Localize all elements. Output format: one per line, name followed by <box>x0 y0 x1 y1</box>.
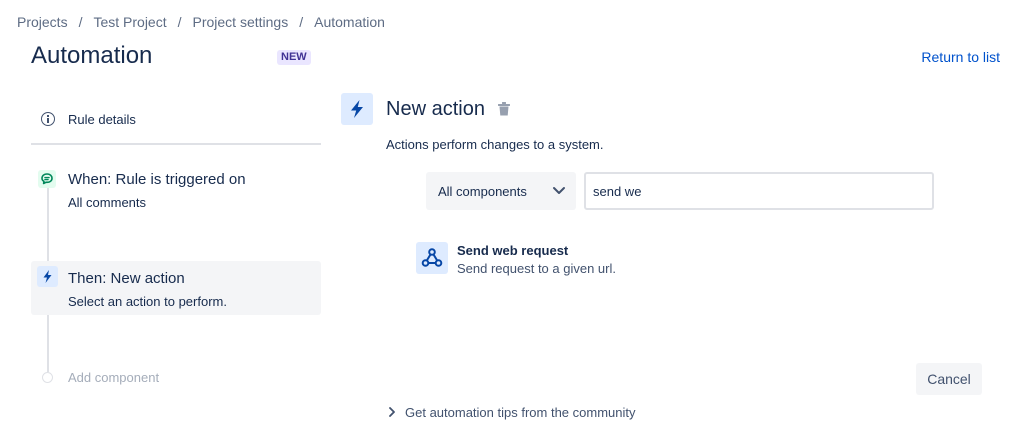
page-title: Automation <box>31 42 153 69</box>
result-title: Send web request <box>457 243 569 258</box>
automation-tips-link[interactable]: Get automation tips from the community <box>388 403 635 421</box>
component-filter-value: All components <box>438 183 527 199</box>
rule-details-label: Rule details <box>68 111 136 127</box>
rule-details-item[interactable]: Rule details <box>31 103 321 135</box>
breadcrumb-test-project[interactable]: Test Project <box>93 14 166 30</box>
new-badge: NEW <box>277 50 311 65</box>
return-to-list-link[interactable]: Return to list <box>921 49 1000 65</box>
panel-description: Actions perform changes to a system. <box>386 137 604 152</box>
result-send-web-request[interactable]: Send web request Send request to a given… <box>416 240 816 280</box>
breadcrumb-separator: / <box>299 14 304 30</box>
lightning-icon <box>37 266 58 287</box>
divider <box>31 143 321 145</box>
trigger-step[interactable]: When: Rule is triggered on All comments <box>31 162 321 214</box>
breadcrumb-separator: / <box>177 14 182 30</box>
add-component-button[interactable]: Add component <box>31 366 159 388</box>
breadcrumb-project-settings[interactable]: Project settings <box>193 14 289 30</box>
add-component-label: Add component <box>68 369 160 385</box>
webhook-icon <box>416 242 448 274</box>
lightning-icon <box>341 93 373 125</box>
result-subtitle: Send request to a given url. <box>457 261 616 276</box>
comment-icon <box>38 170 56 188</box>
breadcrumb: Projects / Test Project / Project settin… <box>17 12 385 32</box>
component-filter-select[interactable]: All components <box>426 172 576 210</box>
automation-tips-label: Get automation tips from the community <box>405 404 636 420</box>
breadcrumb-automation[interactable]: Automation <box>314 14 385 30</box>
panel-title: New action <box>386 98 485 120</box>
info-icon <box>41 112 55 126</box>
chevron-right-icon <box>389 407 395 417</box>
breadcrumb-separator: / <box>78 14 83 30</box>
trigger-title: When: Rule is triggered on <box>68 171 246 188</box>
chevron-down-icon <box>553 187 565 194</box>
trigger-subtitle: All comments <box>68 195 147 210</box>
action-title: Then: New action <box>68 270 185 287</box>
action-step[interactable]: Then: New action Select an action to per… <box>31 261 321 315</box>
action-subtitle: Select an action to perform. <box>68 294 227 309</box>
add-component-dot <box>42 371 53 383</box>
search-input[interactable] <box>584 172 934 210</box>
breadcrumb-projects[interactable]: Projects <box>17 14 68 30</box>
trash-icon[interactable] <box>498 102 510 116</box>
cancel-button[interactable]: Cancel <box>916 363 982 395</box>
